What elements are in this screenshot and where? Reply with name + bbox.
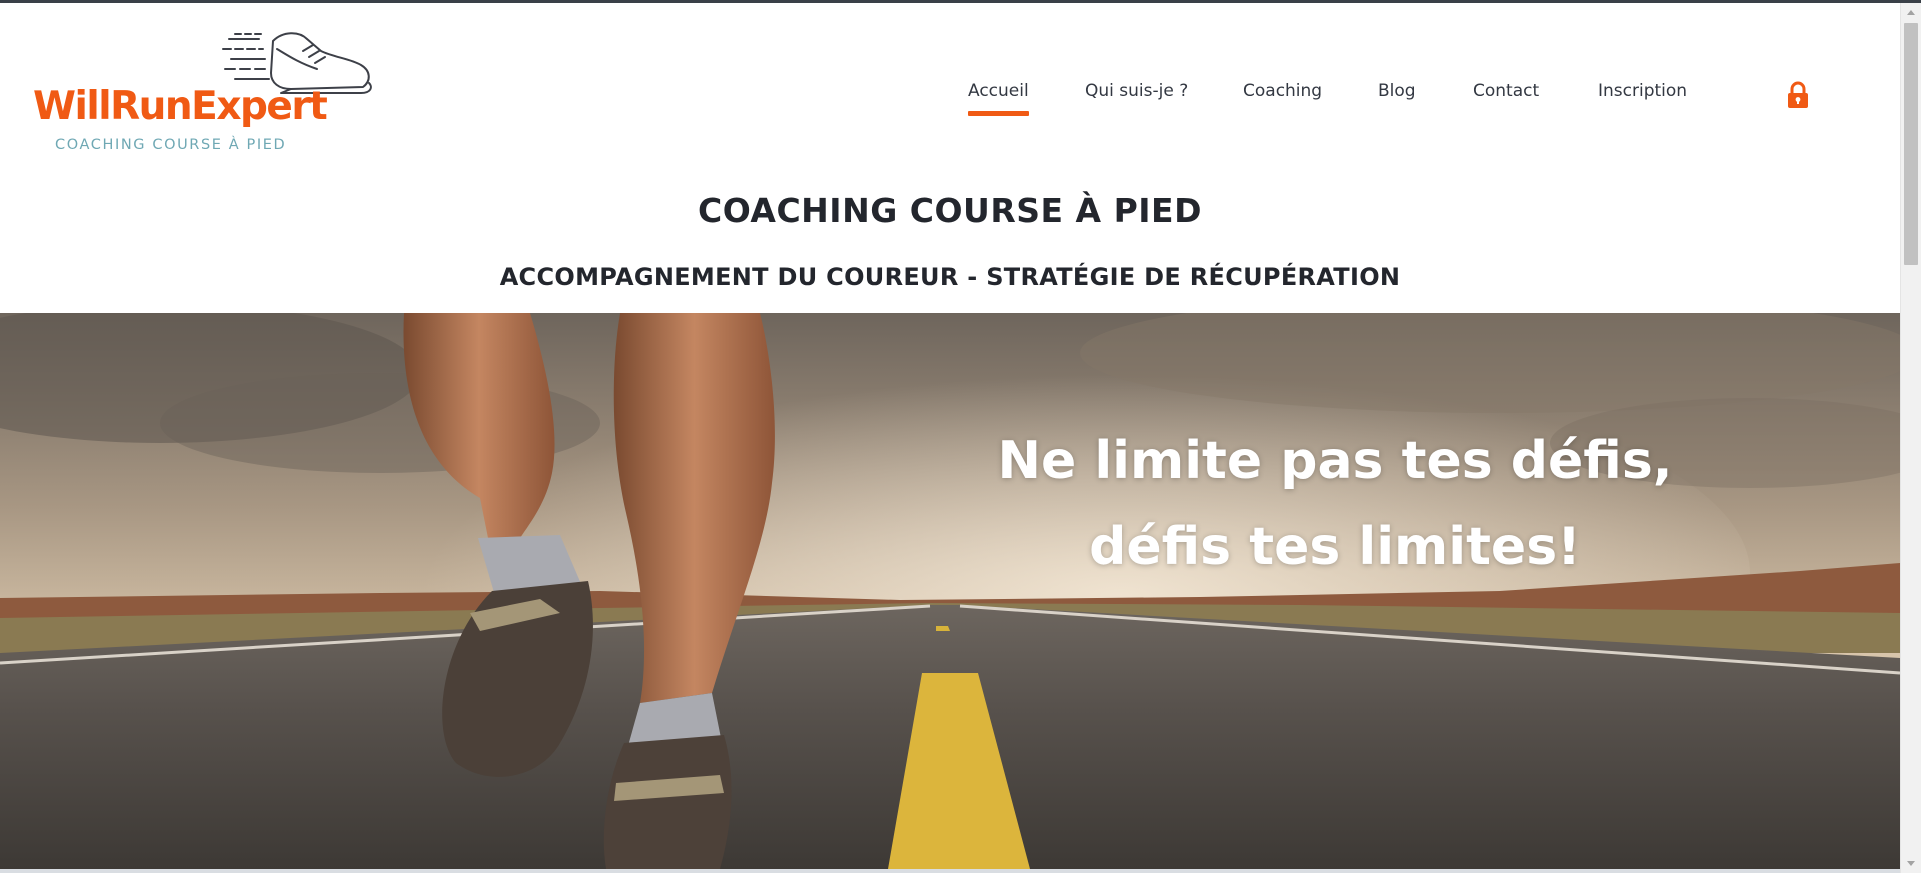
nav-item-accueil[interactable]: Accueil (968, 81, 1029, 116)
nav-item-contact[interactable]: Contact (1473, 81, 1539, 101)
page-title: COACHING COURSE À PIED (698, 191, 1202, 230)
page-subtitle: ACCOMPAGNEMENT DU COUREUR - STRATÉGIE DE… (499, 263, 1401, 291)
nav-item-qui-suis-je[interactable]: Qui suis-je ? (1085, 81, 1188, 101)
nav-item-blog[interactable]: Blog (1378, 81, 1416, 101)
page: WillRunExpert COACHING COURSE À PIED Acc… (0, 3, 1900, 869)
hero-slogan-line-2: défis tes limites! (1089, 517, 1581, 577)
brand-name: WillRunExpert (33, 84, 328, 129)
scrollbar-thumb[interactable] (1904, 23, 1918, 265)
scroll-up-arrow-icon[interactable] (1901, 3, 1921, 23)
nav-item-inscription[interactable]: Inscription (1598, 81, 1687, 101)
vertical-scrollbar[interactable] (1900, 3, 1921, 873)
brand-tagline: COACHING COURSE À PIED (55, 137, 287, 153)
site-logo[interactable]: WillRunExpert COACHING COURSE À PIED (33, 29, 372, 159)
hero-image-runner-on-road (0, 313, 1900, 869)
lock-icon[interactable] (1787, 81, 1809, 109)
hero-banner: Ne limite pas tes défis, défis tes limit… (0, 313, 1900, 869)
nav-item-coaching[interactable]: Coaching (1243, 81, 1322, 101)
window-bottom-edge (0, 869, 1900, 873)
scroll-down-arrow-icon[interactable] (1901, 853, 1921, 873)
hero-slogan-line-1: Ne limite pas tes défis, (997, 431, 1673, 491)
